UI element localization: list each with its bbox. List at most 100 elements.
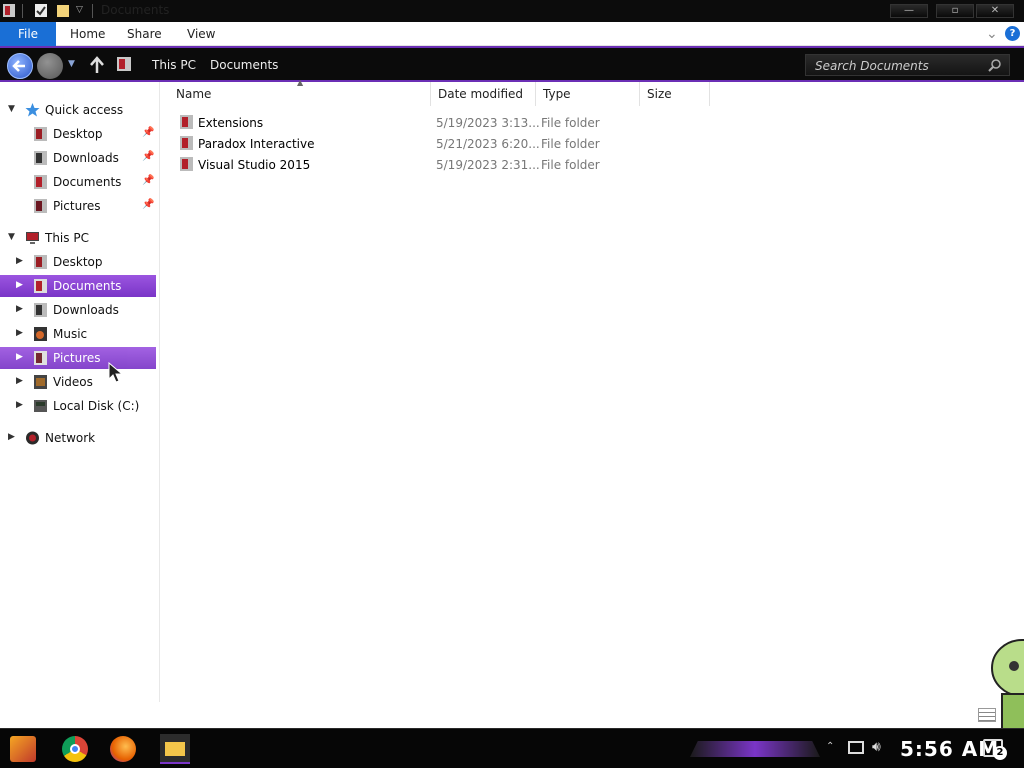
start-button-icon[interactable]	[10, 736, 36, 762]
column-header-size[interactable]: Size	[640, 82, 710, 106]
minimize-button[interactable]: —	[890, 4, 928, 18]
nav-label: Videos	[53, 375, 93, 389]
nav-quick-pictures[interactable]: Pictures 📌	[0, 195, 156, 217]
tab-view[interactable]: View	[187, 22, 215, 46]
column-label: Size	[647, 87, 672, 101]
new-folder-icon[interactable]	[56, 3, 70, 18]
file-type: File folder	[541, 116, 600, 130]
expand-chevron-icon[interactable]: ▶	[16, 376, 23, 386]
star-icon	[25, 103, 40, 117]
table-row[interactable]: Extensions 5/19/2023 3:13... File folder	[173, 113, 873, 134]
expand-chevron-icon[interactable]: ▶	[16, 280, 23, 290]
videos-folder-icon	[34, 375, 47, 389]
search-icon[interactable]	[988, 59, 1002, 73]
view-details-icon[interactable]	[978, 708, 996, 722]
expand-chevron-icon[interactable]: ▶	[8, 432, 15, 442]
customize-qat-chevron-icon[interactable]: ▽	[76, 5, 90, 20]
nav-pc-local-disk[interactable]: ▶ Local Disk (C:)	[0, 395, 156, 417]
collapse-chevron-icon[interactable]: ▼	[8, 104, 15, 114]
nav-pc-videos[interactable]: ▶ Videos	[0, 371, 156, 393]
nav-pc-pictures[interactable]: ▶ Pictures	[0, 347, 156, 369]
collapse-chevron-icon[interactable]: ▼	[8, 232, 15, 242]
table-row[interactable]: Paradox Interactive 5/21/2023 6:20... Fi…	[173, 134, 873, 155]
expand-chevron-icon[interactable]: ▶	[16, 256, 23, 266]
folder-icon	[180, 157, 193, 171]
back-arrow-icon[interactable]	[7, 53, 33, 79]
nav-quick-documents[interactable]: Documents 📌	[0, 171, 156, 193]
nav-this-pc[interactable]: ▼ This PC	[0, 227, 156, 249]
pin-icon[interactable]: 📌	[142, 199, 154, 210]
navigation-pane: ▼ Quick access Desktop 📌 Downloads 📌 Doc…	[0, 82, 160, 702]
nav-label: This PC	[45, 231, 89, 245]
breadcrumb-this-pc[interactable]: This PC	[152, 58, 196, 72]
expand-chevron-icon[interactable]: ▶	[16, 352, 23, 362]
file-date: 5/19/2023 3:13...	[436, 116, 540, 130]
nav-label: Pictures	[53, 351, 101, 365]
pin-icon[interactable]: 📌	[142, 151, 154, 162]
nav-quick-downloads[interactable]: Downloads 📌	[0, 147, 156, 169]
show-hidden-icons-chevron-icon[interactable]: ⌃	[826, 741, 834, 752]
file-date: 5/21/2023 6:20...	[436, 137, 540, 151]
tab-home[interactable]: Home	[70, 22, 105, 46]
chrome-icon[interactable]	[62, 736, 88, 762]
expand-chevron-icon[interactable]: ▶	[16, 328, 23, 338]
search-input[interactable]: Search Documents	[805, 54, 1010, 76]
maximize-button[interactable]: ▫	[936, 4, 974, 18]
nav-label: Network	[45, 431, 96, 445]
file-explorer-icon[interactable]	[160, 734, 190, 764]
nav-pc-downloads[interactable]: ▶ Downloads	[0, 299, 156, 321]
notification-count: 2	[993, 746, 1007, 760]
column-label: Name	[176, 87, 212, 101]
nav-pc-music[interactable]: ▶ Music	[0, 323, 156, 345]
file-name: Visual Studio 2015	[198, 158, 311, 172]
taskbar-decoration	[690, 741, 820, 757]
table-row[interactable]: Visual Studio 2015 5/19/2023 2:31... Fil…	[173, 155, 873, 176]
nav-label: Downloads	[53, 303, 119, 317]
nav-pc-desktop[interactable]: ▶ Desktop	[0, 251, 156, 273]
taskbar: ⌃ 🔊︎ 5:56 AM 2	[0, 728, 1024, 768]
nav-pc-documents[interactable]: ▶ Documents	[0, 275, 156, 297]
properties-icon[interactable]	[34, 3, 48, 18]
column-header-date-modified[interactable]: Date modified	[431, 82, 536, 106]
search-placeholder: Search Documents	[815, 59, 929, 73]
mouse-cursor-icon	[108, 362, 124, 383]
column-header-name[interactable]: Name	[169, 82, 431, 106]
expand-chevron-icon[interactable]: ▶	[16, 400, 23, 410]
notifications-icon[interactable]: 2	[983, 739, 1007, 760]
documents-folder-icon	[34, 279, 47, 293]
column-label: Date modified	[438, 87, 524, 101]
address-bar: ▼ This PC Documents Search Documents	[0, 46, 1024, 82]
nav-quick-access[interactable]: ▼ Quick access	[0, 99, 156, 121]
nav-network[interactable]: ▶ Network	[0, 427, 156, 449]
nav-label: Desktop	[53, 255, 103, 269]
forward-arrow-icon[interactable]	[37, 53, 63, 79]
expand-chevron-icon[interactable]: ▶	[16, 304, 23, 314]
recent-locations-chevron-icon[interactable]: ▼	[68, 59, 75, 69]
nav-label: Local Disk (C:)	[53, 399, 140, 413]
breadcrumb-documents[interactable]: Documents	[210, 58, 278, 72]
app-icon[interactable]	[2, 3, 16, 18]
tab-file[interactable]: File	[0, 22, 56, 46]
downloads-folder-icon	[34, 303, 47, 317]
pin-icon[interactable]: 📌	[142, 127, 154, 138]
pin-icon[interactable]: 📌	[142, 175, 154, 186]
tab-share[interactable]: Share	[127, 22, 162, 46]
column-label: Type	[543, 87, 571, 101]
network-globe-icon	[26, 431, 39, 445]
nav-quick-desktop[interactable]: Desktop 📌	[0, 123, 156, 145]
firefox-icon[interactable]	[110, 736, 136, 762]
desktop-folder-icon	[34, 127, 47, 141]
network-tray-icon[interactable]	[848, 741, 864, 754]
up-arrow-icon[interactable]	[88, 55, 106, 78]
file-type: File folder	[541, 158, 600, 172]
column-header-type[interactable]: Type	[536, 82, 640, 106]
ribbon-expand-chevron-icon[interactable]: ⌄	[986, 22, 998, 46]
volume-icon[interactable]: 🔊︎	[872, 739, 881, 755]
close-button[interactable]: ✕	[976, 4, 1014, 18]
pictures-folder-icon	[34, 199, 47, 213]
downloads-folder-icon	[34, 151, 47, 165]
help-icon[interactable]: ?	[1005, 26, 1020, 41]
nav-label: Pictures	[53, 199, 101, 213]
folder-icon	[180, 136, 193, 150]
nav-label: Documents	[53, 279, 122, 293]
